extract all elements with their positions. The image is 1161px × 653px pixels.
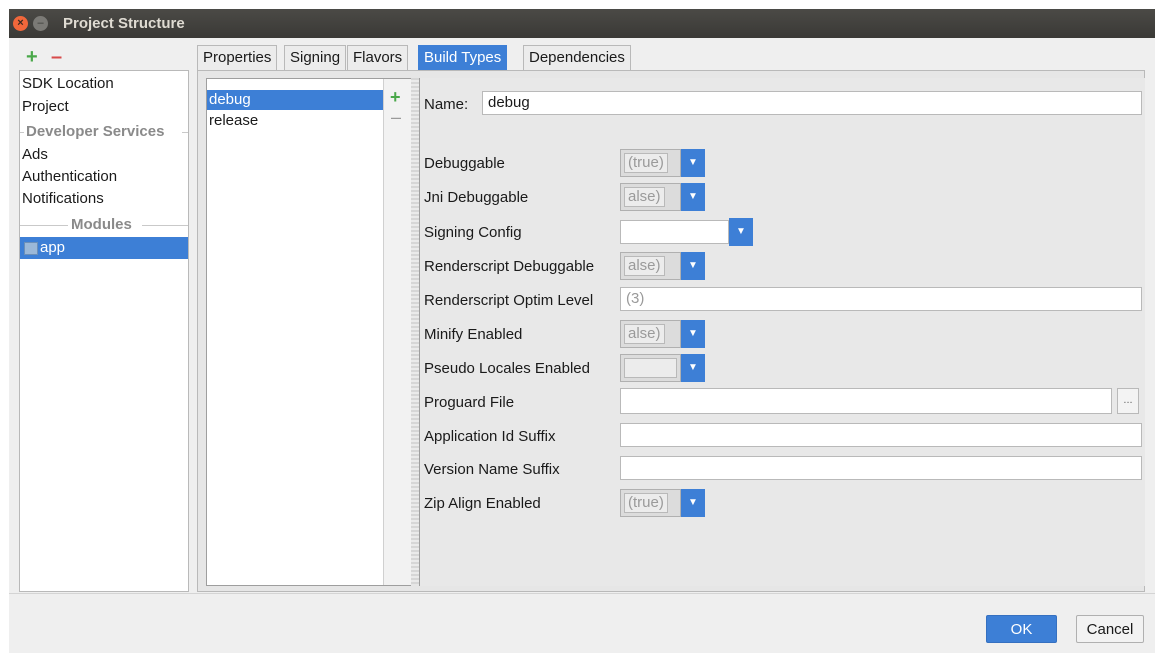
tab-flavors[interactable]: Flavors [347,45,409,70]
sidebar-item-notifications[interactable]: Notifications [22,188,104,210]
chevron-down-icon[interactable]: ▼ [681,149,705,177]
title-bar: × – Project Structure [9,9,1155,38]
sidebar-item-ads[interactable]: Ads [22,144,48,166]
debuggable-label: Debuggable [424,155,505,172]
sidebar-item-project[interactable]: Project [22,96,69,118]
tab-dependencies[interactable]: Dependencies [523,45,631,70]
section-modules-label: Modules [69,214,134,236]
module-folder-icon [24,242,38,255]
pseudo-locales-enabled-value [624,358,677,378]
build-type-actions: + – [383,79,411,585]
section-developer-services: Developer Services [20,121,188,143]
signing-config-combo[interactable]: ▼ [620,218,753,246]
name-label: Name: [424,96,469,113]
jni-debuggable-combo[interactable]: alse) ▼ [620,183,705,211]
chevron-down-icon[interactable]: ▼ [681,183,705,211]
sidebar-item-app[interactable]: app [20,237,188,259]
add-icon[interactable]: + [26,47,38,67]
add-build-type-icon[interactable]: + [390,87,401,107]
project-structure-dialog: × – Project Structure + – SDK Location P… [9,9,1155,653]
chevron-down-icon[interactable]: ▼ [729,218,753,246]
renderscript-debuggable-combo[interactable]: alse) ▼ [620,252,705,280]
debuggable-combo[interactable]: (true) ▼ [620,149,705,177]
tab-signing[interactable]: Signing [284,45,347,70]
debuggable-value: (true) [624,153,668,173]
zip-align-enabled-value: (true) [624,493,668,513]
application-id-suffix-label: Application Id Suffix [424,428,556,445]
footer-divider [9,593,1155,594]
chevron-down-icon[interactable]: ▼ [681,354,705,382]
renderscript-debuggable-label: Renderscript Debuggable [424,258,595,275]
jni-debuggable-value: alse) [624,187,665,207]
tab-properties[interactable]: Properties [197,45,278,70]
proguard-file-input[interactable] [620,388,1112,414]
name-input[interactable]: debug [482,91,1142,115]
pseudo-locales-enabled-label: Pseudo Locales Enabled [424,360,590,377]
signing-config-value [620,220,729,244]
section-modules: Modules [20,214,188,236]
renderscript-debuggable-value: alse) [624,256,665,276]
sidebar: SDK Location Project Developer Services … [19,70,189,592]
zip-align-enabled-label: Zip Align Enabled [424,495,541,512]
chevron-down-icon[interactable]: ▼ [681,252,705,280]
minimize-window-button[interactable]: – [33,16,48,31]
close-window-button[interactable]: × [13,16,28,31]
signing-config-label: Signing Config [424,224,522,241]
tab-build-types[interactable]: Build Types [418,45,508,70]
browse-button[interactable]: ... [1117,388,1139,414]
sidebar-item-authentication[interactable]: Authentication [22,166,117,188]
build-type-debug[interactable]: debug [207,90,384,110]
pseudo-locales-enabled-combo[interactable]: ▼ [620,354,705,382]
minify-enabled-label: Minify Enabled [424,326,523,343]
minify-enabled-value: alse) [624,324,665,344]
renderscript-optim-level-label: Renderscript Optim Level [424,292,594,309]
remove-icon[interactable]: – [51,47,62,67]
build-types-panel: debug release + – Name: debug Debuggable… [197,70,1145,592]
section-developer-services-label: Developer Services [24,121,167,143]
chevron-down-icon[interactable]: ▼ [681,489,705,517]
application-id-suffix-input[interactable] [620,423,1142,447]
build-type-release[interactable]: release [207,111,384,131]
chevron-down-icon[interactable]: ▼ [681,320,705,348]
renderscript-optim-level-input[interactable]: (3) [620,287,1142,311]
screen: × – Project Structure + – SDK Location P… [0,0,1161,653]
zip-align-enabled-combo[interactable]: (true) ▼ [620,489,705,517]
jni-debuggable-label: Jni Debuggable [424,189,529,206]
splitter-handle[interactable] [411,78,419,584]
remove-build-type-icon[interactable]: – [391,107,401,127]
sidebar-item-app-label: app [40,239,66,256]
build-type-form: Name: debug Debuggable (true) ▼ Jni Debu… [419,78,1145,586]
version-name-suffix-label: Version Name Suffix [424,461,560,478]
version-name-suffix-input[interactable] [620,456,1142,480]
cancel-button[interactable]: Cancel [1076,615,1144,643]
sidebar-item-sdk-location[interactable]: SDK Location [22,73,114,95]
ok-button[interactable]: OK [986,615,1057,643]
minify-enabled-combo[interactable]: alse) ▼ [620,320,705,348]
build-type-list: debug release + – [206,78,411,586]
proguard-file-label: Proguard File [424,394,515,411]
window-title: Project Structure [63,15,185,32]
